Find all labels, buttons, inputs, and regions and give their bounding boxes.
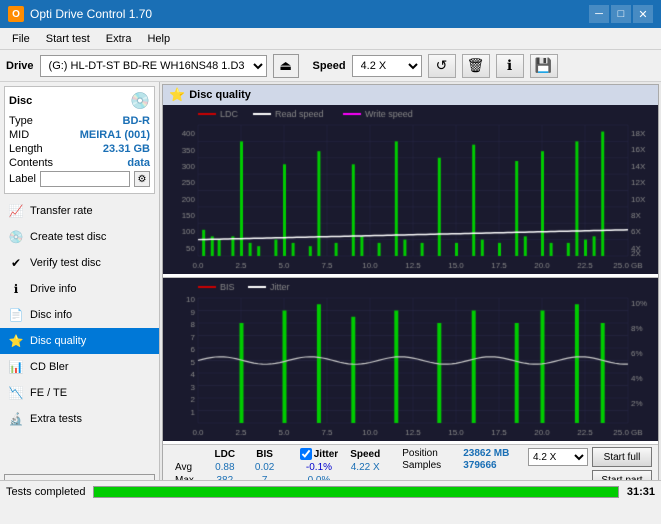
titlebar: O Opti Drive Control 1.70 ─ □ ✕ (0, 0, 661, 28)
status-text: Tests completed (6, 486, 85, 498)
drive-select[interactable]: (G:) HL-DT-ST BD-RE WH16NS48 1.D3 (40, 55, 267, 77)
erase-button[interactable]: 🗑 (462, 54, 490, 78)
disc-quality-label: Disc quality (30, 335, 86, 347)
bottom-chart (163, 278, 658, 444)
minimize-button[interactable]: ─ (589, 5, 609, 23)
drive-info-icon: ℹ (8, 281, 24, 297)
speed-header: Speed (344, 447, 386, 461)
disc-panel: Disc 💿 Type BD-R MID MEIRA1 (001) Length… (4, 86, 155, 194)
sidebar-item-create-test-disc[interactable]: 💿 Create test disc (0, 224, 159, 250)
create-test-disc-icon: 💿 (8, 229, 24, 245)
drive-label: Drive (6, 60, 34, 72)
disc-info-icon: 📄 (8, 307, 24, 323)
fe-te-label: FE / TE (30, 387, 67, 399)
verify-test-disc-label: Verify test disc (30, 257, 101, 269)
sidebar-item-verify-test-disc[interactable]: ✔ Verify test disc (0, 250, 159, 276)
quality-title: Disc quality (189, 89, 251, 101)
sidebar-item-extra-tests[interactable]: 🔬 Extra tests (0, 406, 159, 432)
position-value: 23862 MB (463, 448, 513, 459)
label-label: Label (9, 173, 36, 185)
type-label: Type (9, 115, 33, 127)
cd-bler-label: CD Bler (30, 361, 69, 373)
bis-jitter-chart-canvas (163, 278, 658, 441)
info-button[interactable]: ℹ (496, 54, 524, 78)
charts-area (163, 105, 658, 444)
menu-start-test[interactable]: Start test (38, 31, 98, 47)
jitter-checkbox[interactable] (300, 448, 312, 460)
quality-icon: ⭐ (169, 87, 185, 103)
jitter-header: Jitter (294, 447, 344, 461)
menu-extra[interactable]: Extra (98, 31, 140, 47)
drive-info-label: Drive info (30, 283, 76, 295)
speed-val: 4.22 X (344, 461, 386, 474)
sidebar-item-fe-te[interactable]: 📉 FE / TE (0, 380, 159, 406)
contents-value: data (127, 157, 150, 169)
quality-header: ⭐ Disc quality (163, 85, 658, 105)
type-value: BD-R (123, 115, 151, 127)
sidebar: Disc 💿 Type BD-R MID MEIRA1 (001) Length… (0, 82, 160, 502)
ldc-chart-canvas (163, 105, 658, 274)
status-time: 31:31 (627, 486, 655, 498)
position-section: Position 23862 MB Samples 379666 (402, 447, 513, 472)
transfer-rate-icon: 📈 (8, 203, 24, 219)
progress-bar-container (93, 486, 618, 498)
transfer-rate-label: Transfer rate (30, 205, 93, 217)
close-button[interactable]: ✕ (633, 5, 653, 23)
sidebar-item-disc-info[interactable]: 📄 Disc info (0, 302, 159, 328)
sidebar-item-drive-info[interactable]: ℹ Drive info (0, 276, 159, 302)
menubar: File Start test Extra Help (0, 28, 661, 50)
eject-button[interactable]: ⏏ (273, 54, 299, 78)
sidebar-item-transfer-rate[interactable]: 📈 Transfer rate (0, 198, 159, 224)
length-value: 23.31 GB (103, 143, 150, 155)
label-input[interactable] (40, 171, 130, 187)
sidebar-item-cd-bler[interactable]: 📊 CD Bler (0, 354, 159, 380)
nav-items: 📈 Transfer rate 💿 Create test disc ✔ Ver… (0, 198, 159, 470)
top-chart (163, 105, 658, 278)
menu-help[interactable]: Help (139, 31, 178, 47)
refresh-button[interactable]: ↺ (428, 54, 456, 78)
avg-ldc: 0.88 (202, 461, 247, 474)
progress-bar-fill (94, 487, 617, 497)
save-button[interactable]: 💾 (530, 54, 558, 78)
speed-label: Speed (313, 60, 346, 72)
fe-te-icon: 📉 (8, 385, 24, 401)
disc-icon: 💿 (130, 91, 150, 111)
length-label: Length (9, 143, 43, 155)
disc-info-label: Disc info (30, 309, 72, 321)
avg-bis: 0.02 (248, 461, 282, 474)
mid-label: MID (9, 129, 29, 141)
cd-bler-icon: 📊 (8, 359, 24, 375)
samples-value: 379666 (463, 460, 513, 471)
speed-dropdown[interactable]: 4.2 X (528, 448, 588, 466)
disc-title: Disc (9, 95, 32, 107)
disc-quality-icon: ⭐ (8, 333, 24, 349)
extra-tests-icon: 🔬 (8, 411, 24, 427)
avg-jitter: -0.1% (294, 461, 344, 474)
extra-tests-label: Extra tests (30, 413, 82, 425)
avg-label: Avg (169, 461, 202, 474)
contents-label: Contents (9, 157, 53, 169)
statusbar: Tests completed 31:31 (0, 480, 661, 502)
bis-header: BIS (248, 447, 282, 461)
maximize-button[interactable]: □ (611, 5, 631, 23)
app-icon: O (8, 6, 24, 22)
drivebar: Drive (G:) HL-DT-ST BD-RE WH16NS48 1.D3 … (0, 50, 661, 82)
menu-file[interactable]: File (4, 31, 38, 47)
sidebar-item-disc-quality[interactable]: ⭐ Disc quality (0, 328, 159, 354)
samples-label: Samples (402, 460, 457, 471)
verify-test-disc-icon: ✔ (8, 255, 24, 271)
create-test-disc-label: Create test disc (30, 231, 106, 243)
speed-select[interactable]: 4.2 X (352, 55, 422, 77)
position-label: Position (402, 448, 457, 459)
app-title: Opti Drive Control 1.70 (30, 7, 152, 21)
label-button[interactable]: ⚙ (134, 171, 150, 187)
content-area: ⭐ Disc quality LDC (160, 82, 661, 502)
ldc-header: LDC (202, 447, 247, 461)
quality-panel: ⭐ Disc quality LDC (162, 84, 659, 502)
mid-value: MEIRA1 (001) (80, 129, 150, 141)
start-full-button[interactable]: Start full (592, 447, 652, 467)
